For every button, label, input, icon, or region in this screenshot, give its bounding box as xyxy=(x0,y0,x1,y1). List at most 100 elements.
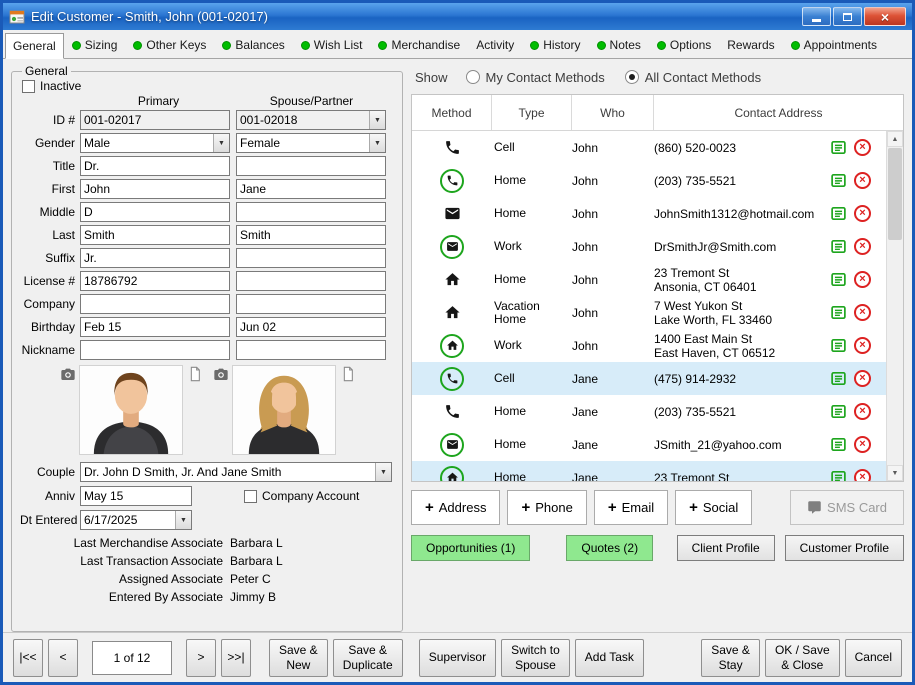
suffix-primary-input[interactable] xyxy=(80,248,230,268)
nav-next-button[interactable]: > xyxy=(186,639,216,677)
nav-first-button[interactable]: |<< xyxy=(13,639,43,677)
radio-my-contact-methods[interactable]: My Contact Methods xyxy=(466,70,605,85)
copy-photo-icon[interactable] xyxy=(186,366,202,382)
camera-icon[interactable] xyxy=(213,366,229,382)
customer-profile-button[interactable]: Customer Profile xyxy=(785,535,904,561)
delete-contact-icon[interactable]: × xyxy=(854,304,871,321)
opportunities-button[interactable]: Opportunities (1) xyxy=(411,535,530,561)
export-contact-icon[interactable] xyxy=(830,172,847,189)
company-account-checkbox[interactable] xyxy=(244,490,257,503)
tab-wish-list[interactable]: Wish List xyxy=(293,33,371,58)
anniv-input[interactable] xyxy=(80,486,192,506)
inactive-checkbox[interactable] xyxy=(22,80,35,93)
contact-row[interactable]: HomeJohnJohnSmith1312@hotmail.com× xyxy=(412,197,886,230)
couple-combo[interactable]: Dr. John D Smith, Jr. And Jane Smith ▼ xyxy=(80,462,392,482)
nav-previous-button[interactable]: < xyxy=(48,639,78,677)
tab-activity[interactable]: Activity xyxy=(468,33,522,58)
primary-photo[interactable] xyxy=(79,365,183,455)
last-primary-input[interactable] xyxy=(80,225,230,245)
nickname-primary-input[interactable] xyxy=(80,340,230,360)
add-social-button[interactable]: +Social xyxy=(675,490,752,525)
tab-other-keys[interactable]: Other Keys xyxy=(125,33,214,58)
camera-icon[interactable] xyxy=(60,366,76,382)
delete-contact-icon[interactable]: × xyxy=(854,370,871,387)
client-profile-button[interactable]: Client Profile xyxy=(677,535,775,561)
tab-history[interactable]: History xyxy=(522,33,588,58)
export-contact-icon[interactable] xyxy=(830,139,847,156)
scrollbar[interactable]: ▲ ▼ xyxy=(886,131,903,481)
tab-rewards[interactable]: Rewards xyxy=(719,33,782,58)
middle-primary-input[interactable] xyxy=(80,202,230,222)
company-spouse-input[interactable] xyxy=(236,294,386,314)
export-contact-icon[interactable] xyxy=(830,436,847,453)
company-primary-input[interactable] xyxy=(80,294,230,314)
nickname-spouse-input[interactable] xyxy=(236,340,386,360)
tab-sizing[interactable]: Sizing xyxy=(64,33,126,58)
scroll-down-icon[interactable]: ▼ xyxy=(887,465,903,481)
export-contact-icon[interactable] xyxy=(830,469,847,481)
save-stay-button[interactable]: Save & Stay xyxy=(701,639,760,677)
id-spouse-combo[interactable]: 001-02018▼ xyxy=(236,110,386,130)
contact-row[interactable]: WorkJohn1400 East Main St East Haven, CT… xyxy=(412,329,886,362)
minimize-button[interactable] xyxy=(802,7,831,26)
switch-to-spouse-button[interactable]: Switch to Spouse xyxy=(501,639,570,677)
first-spouse-input[interactable] xyxy=(236,179,386,199)
gender-spouse-combo[interactable]: Female▼ xyxy=(236,133,386,153)
ok-save-close-button[interactable]: OK / Save & Close xyxy=(765,639,840,677)
tab-notes[interactable]: Notes xyxy=(589,33,649,58)
suffix-spouse-input[interactable] xyxy=(236,248,386,268)
radio-all-contact-methods[interactable]: All Contact Methods xyxy=(625,70,761,85)
supervisor-button[interactable]: Supervisor xyxy=(419,639,496,677)
save-duplicate-button[interactable]: Save & Duplicate xyxy=(333,639,403,677)
last-spouse-input[interactable] xyxy=(236,225,386,245)
delete-contact-icon[interactable]: × xyxy=(854,238,871,255)
export-contact-icon[interactable] xyxy=(830,403,847,420)
export-contact-icon[interactable] xyxy=(830,205,847,222)
save-new-button[interactable]: Save & New xyxy=(269,639,328,677)
tab-balances[interactable]: Balances xyxy=(214,33,292,58)
contact-row[interactable]: WorkJohnDrSmithJr@Smith.com× xyxy=(412,230,886,263)
license-spouse-input[interactable] xyxy=(236,271,386,291)
export-contact-icon[interactable] xyxy=(830,304,847,321)
nav-last-button[interactable]: >>| xyxy=(221,639,251,677)
contact-row[interactable]: HomeJane(203) 735-5521× xyxy=(412,395,886,428)
delete-contact-icon[interactable]: × xyxy=(854,337,871,354)
dt-entered-picker[interactable]: 6/17/2025 ▼ xyxy=(80,510,192,530)
license-primary-input[interactable] xyxy=(80,271,230,291)
middle-spouse-input[interactable] xyxy=(236,202,386,222)
delete-contact-icon[interactable]: × xyxy=(854,271,871,288)
delete-contact-icon[interactable]: × xyxy=(854,436,871,453)
tab-general[interactable]: General xyxy=(5,33,64,59)
first-primary-input[interactable] xyxy=(80,179,230,199)
export-contact-icon[interactable] xyxy=(830,337,847,354)
contact-row[interactable]: HomeJohn23 Tremont St Ansonia, CT 06401× xyxy=(412,263,886,296)
delete-contact-icon[interactable]: × xyxy=(854,403,871,420)
contact-row[interactable]: CellJohn(860) 520-0023× xyxy=(412,131,886,164)
spouse-photo[interactable] xyxy=(232,365,336,455)
export-contact-icon[interactable] xyxy=(830,238,847,255)
quotes-button[interactable]: Quotes (2) xyxy=(566,535,653,561)
close-button[interactable]: × xyxy=(864,7,906,26)
scroll-track[interactable] xyxy=(887,147,903,465)
export-contact-icon[interactable] xyxy=(830,370,847,387)
delete-contact-icon[interactable]: × xyxy=(854,172,871,189)
export-contact-icon[interactable] xyxy=(830,271,847,288)
record-position[interactable]: 1 of 12 xyxy=(92,641,172,675)
delete-contact-icon[interactable]: × xyxy=(854,205,871,222)
birthday-spouse-input[interactable] xyxy=(236,317,386,337)
add-email-button[interactable]: +Email xyxy=(594,490,668,525)
add-address-button[interactable]: +Address xyxy=(411,490,500,525)
contact-row[interactable]: Vacation HomeJohn7 West Yukon St Lake Wo… xyxy=(412,296,886,329)
scroll-up-icon[interactable]: ▲ xyxy=(887,131,903,147)
tab-merchandise[interactable]: Merchandise xyxy=(370,33,468,58)
contact-row[interactable]: HomeJaneJSmith_21@yahoo.com× xyxy=(412,428,886,461)
delete-contact-icon[interactable]: × xyxy=(854,469,871,481)
contact-row[interactable]: HomeJane23 Tremont St× xyxy=(412,461,886,481)
gender-primary-combo[interactable]: Male▼ xyxy=(80,133,230,153)
contact-row[interactable]: HomeJohn(203) 735-5521× xyxy=(412,164,886,197)
copy-photo-icon[interactable] xyxy=(339,366,355,382)
title-primary-input[interactable] xyxy=(80,156,230,176)
id-primary-input[interactable] xyxy=(80,110,230,130)
restore-button[interactable] xyxy=(833,7,862,26)
contact-row[interactable]: CellJane(475) 914-2932× xyxy=(412,362,886,395)
